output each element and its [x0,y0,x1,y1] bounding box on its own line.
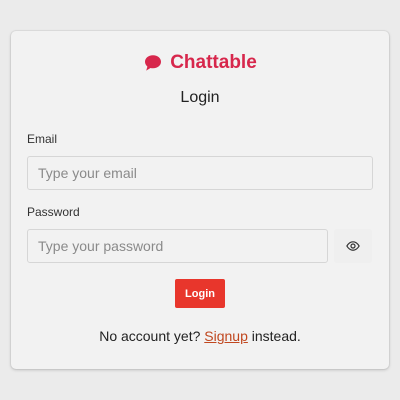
signup-link[interactable]: Signup [204,328,248,344]
password-label: Password [27,205,80,219]
chat-bubble-icon [145,55,162,71]
signup-prompt-suffix: instead. [251,328,301,344]
login-card: Chattable Login Email Password Login No … [11,31,389,369]
signup-prompt-prefix: No account yet? [99,328,201,344]
app-name: Chattable [170,52,257,73]
email-label: Email [27,132,58,146]
signup-prompt: No account yet? Signup instead. [11,327,389,345]
chat-bubble-shape [145,55,162,71]
email-field[interactable] [27,156,373,190]
password-field[interactable] [27,229,328,263]
show-password-toggle[interactable] [334,229,372,263]
login-button[interactable]: Login [175,279,225,308]
brand: Chattable [11,51,389,75]
eye-icon [346,241,360,251]
page-title: Login [180,89,220,106]
